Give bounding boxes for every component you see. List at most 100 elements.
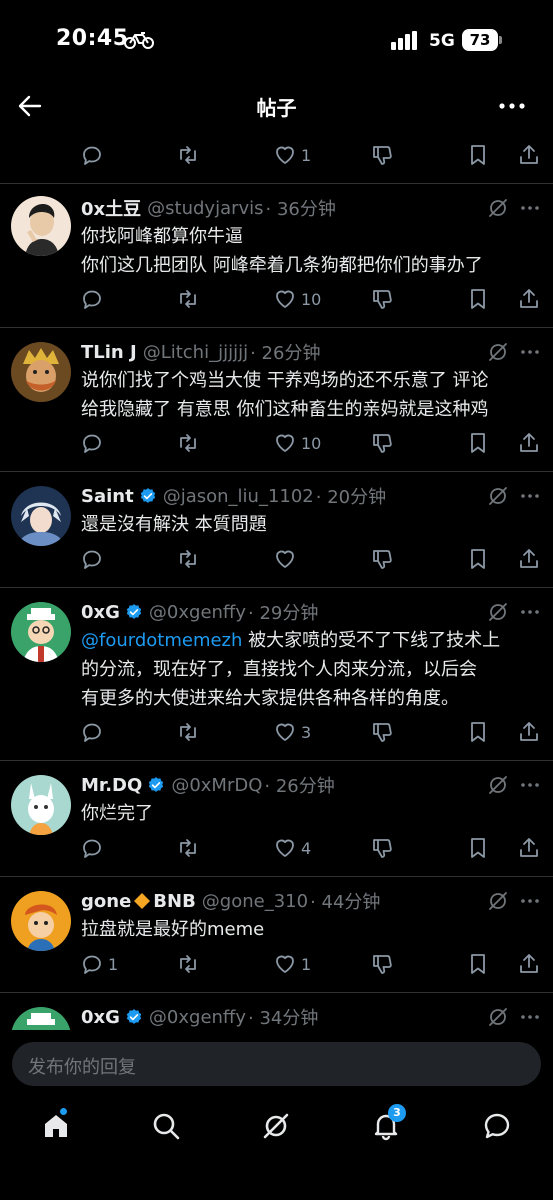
user-handle[interactable]: @Litchi_jjjjjj	[143, 342, 248, 363]
display-name[interactable]: TLin J	[81, 342, 137, 363]
display-name[interactable]: Saint	[81, 486, 134, 507]
share-button[interactable]	[517, 428, 541, 458]
dislike-button[interactable]	[370, 544, 394, 574]
tweet-more-icon[interactable]	[517, 196, 543, 220]
like-button[interactable]: 3	[273, 717, 311, 747]
reply-button[interactable]: 1	[80, 949, 118, 979]
share-button[interactable]	[517, 833, 541, 863]
share-button[interactable]	[517, 284, 541, 314]
tweet-more-icon[interactable]	[517, 1005, 543, 1029]
retweet-button[interactable]	[176, 833, 200, 863]
like-button[interactable]: 10	[273, 428, 321, 458]
tweet-item[interactable]: TLin J @Litchi_jjjjjj · 26分钟 说你们找了个鸡当大使 …	[0, 328, 553, 471]
tweet-item[interactable]: 0xG @0xgenffy · 34分钟	[0, 993, 553, 1030]
bookmark-button[interactable]	[466, 140, 490, 170]
like-count: 1	[301, 954, 312, 974]
nav-messages[interactable]	[477, 1106, 517, 1146]
grok-icon[interactable]	[486, 600, 510, 624]
tweet-time: · 34分钟	[248, 1008, 319, 1029]
tweet-more-icon[interactable]	[517, 340, 543, 364]
tweet-item[interactable]: 0xG @0xgenffy · 29分钟 @fourdotmemezh 被大家喷…	[0, 588, 553, 760]
grok-icon[interactable]	[486, 773, 510, 797]
reply-button[interactable]	[80, 833, 104, 863]
reply-button[interactable]	[80, 428, 104, 458]
retweet-button[interactable]	[176, 140, 200, 170]
tweet-item[interactable]: Saint @jason_liu_1102 · 20分钟 還是沒有解決 本質問題	[0, 472, 553, 587]
tweet-more-icon[interactable]	[517, 773, 543, 797]
dislike-button[interactable]	[370, 833, 394, 863]
avatar[interactable]	[11, 775, 71, 835]
tweet-header: Mr.DQ @0xMrDQ · 26分钟	[81, 771, 335, 799]
nav-search[interactable]	[146, 1106, 186, 1146]
reply-button[interactable]	[80, 140, 104, 170]
avatar[interactable]	[11, 602, 71, 662]
bookmark-button[interactable]	[466, 544, 490, 574]
retweet-button[interactable]	[176, 284, 200, 314]
bookmark-button[interactable]	[466, 717, 490, 747]
nav-notifications[interactable]: 3	[366, 1104, 406, 1146]
display-name[interactable]: Mr.DQ	[81, 775, 142, 796]
share-button[interactable]	[517, 717, 541, 747]
grok-icon[interactable]	[486, 340, 510, 364]
display-name-suffix[interactable]: BNB	[153, 891, 196, 912]
dislike-button[interactable]	[370, 428, 394, 458]
avatar[interactable]	[11, 486, 71, 546]
bookmark-button[interactable]	[466, 833, 490, 863]
like-button[interactable]: 4	[273, 833, 311, 863]
user-handle[interactable]: @studyjarvis	[147, 198, 263, 219]
dislike-button[interactable]	[370, 140, 394, 170]
mention-link[interactable]: @fourdotmemezh	[81, 630, 242, 651]
grok-icon[interactable]	[486, 1005, 510, 1029]
reply-input[interactable]: 发布你的回复	[12, 1042, 541, 1086]
dislike-button[interactable]	[370, 949, 394, 979]
retweet-button[interactable]	[176, 428, 200, 458]
tweet-item[interactable]: 0x土豆 @studyjarvis · 36分钟 你找阿峰都算你牛逼 你们这几把…	[0, 184, 553, 327]
avatar[interactable]	[11, 342, 71, 402]
share-button[interactable]	[517, 140, 541, 170]
tweet-more-icon[interactable]	[517, 600, 543, 624]
nav-home[interactable]	[36, 1106, 76, 1146]
display-name[interactable]: 0xG	[81, 602, 120, 623]
tweet-item[interactable]: Mr.DQ @0xMrDQ · 26分钟 你烂完了 4	[0, 761, 553, 876]
display-name[interactable]: gone	[81, 891, 131, 912]
grok-icon[interactable]	[486, 196, 510, 220]
display-name[interactable]: 0x土豆	[81, 195, 141, 221]
bookmark-button[interactable]	[466, 284, 490, 314]
reply-icon	[80, 143, 104, 167]
retweet-button[interactable]	[176, 949, 200, 979]
dislike-button[interactable]	[370, 284, 394, 314]
display-name[interactable]: 0xG	[81, 1007, 120, 1028]
share-button[interactable]	[517, 949, 541, 979]
more-options-icon[interactable]	[496, 94, 528, 118]
action-row: 4	[80, 833, 553, 863]
user-handle[interactable]: @0xgenffy	[149, 1007, 246, 1028]
retweet-button[interactable]	[176, 544, 200, 574]
tweet-more-icon[interactable]	[517, 889, 543, 913]
reply-button[interactable]	[80, 717, 104, 747]
user-handle[interactable]: @0xgenffy	[149, 602, 246, 623]
share-button[interactable]	[517, 544, 541, 574]
nav-grok[interactable]	[256, 1106, 296, 1146]
grok-icon[interactable]	[486, 889, 510, 913]
grok-icon[interactable]	[486, 484, 510, 508]
avatar[interactable]	[11, 891, 71, 951]
user-handle[interactable]: @jason_liu_1102	[163, 486, 314, 507]
bookmark-button[interactable]	[466, 428, 490, 458]
retweet-button[interactable]	[176, 717, 200, 747]
verified-badge-icon	[139, 487, 157, 505]
user-handle[interactable]: @0xMrDQ	[171, 775, 262, 796]
tweet-text: 有更多的大使进来给大家提供各种各样的角度。	[81, 688, 459, 709]
like-button[interactable]: 1	[273, 140, 311, 170]
avatar[interactable]	[11, 1007, 71, 1030]
like-button[interactable]: 1	[273, 949, 311, 979]
like-button[interactable]: 10	[273, 284, 321, 314]
tweet-more-icon[interactable]	[517, 484, 543, 508]
like-button[interactable]	[273, 544, 297, 574]
user-handle[interactable]: @gone_310	[202, 891, 308, 912]
dislike-button[interactable]	[370, 717, 394, 747]
tweet-item[interactable]: gone BNB @gone_310 · 44分钟 拉盘就是最好的meme 1 …	[0, 877, 553, 992]
reply-button[interactable]	[80, 544, 104, 574]
reply-button[interactable]	[80, 284, 104, 314]
bookmark-button[interactable]	[466, 949, 490, 979]
avatar[interactable]	[11, 196, 71, 256]
